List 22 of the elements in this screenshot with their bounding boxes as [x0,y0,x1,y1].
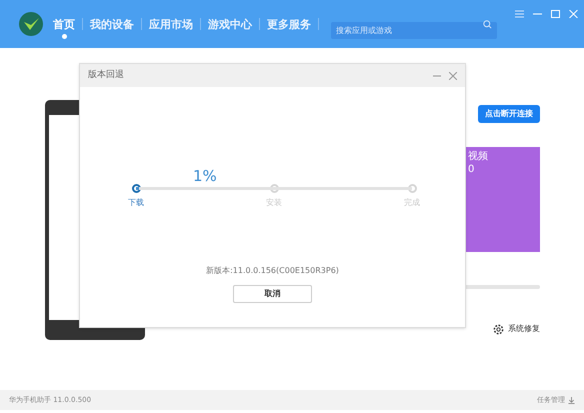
logo-icon [19,12,43,36]
card-title: 视频 [468,151,489,164]
progress-percent: 1% [193,169,218,184]
nav-tab[interactable]: 更多服务 [267,10,311,38]
nav-tab[interactable]: 游戏中心 [208,10,252,38]
version-text: 新版本:11.0.0.156(C00E150R3P6) [206,265,339,277]
nav-tab[interactable]: 首页 [53,10,75,38]
nav-tab[interactable]: 我的设备 [90,10,134,38]
download-icon[interactable] [568,396,575,404]
search-icon[interactable] [483,20,492,28]
cancel-button[interactable]: 取消 [233,285,312,303]
disconnect-button[interactable]: 点击断开连接 [478,105,540,123]
search-field[interactable]: 搜索应用或游戏 [331,22,497,38]
card-count: 0 [468,164,476,176]
menu-icon[interactable] [515,10,524,18]
system-repair-link[interactable]: 系统修复 [508,323,540,335]
nav-tab[interactable]: 应用市场 [149,10,193,38]
step-label: 下载 [128,197,144,209]
gear-icon[interactable] [493,324,504,334]
dialog-title: 版本回退 [88,68,124,82]
maximize-icon[interactable] [551,10,560,18]
close-icon[interactable] [449,72,457,80]
